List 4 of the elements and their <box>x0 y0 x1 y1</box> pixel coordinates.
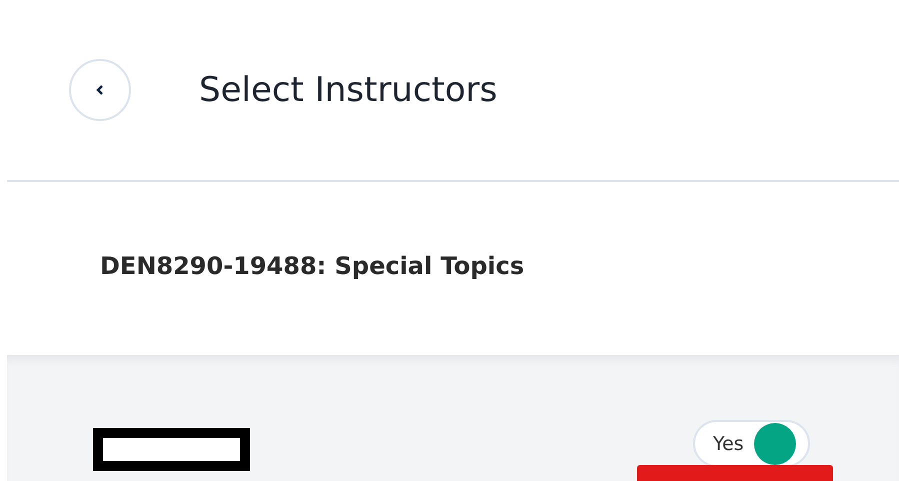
page-title: Select Instructors <box>199 70 498 110</box>
course-title: DEN8290-19488: Special Topics <box>100 252 524 280</box>
toggle-switch[interactable]: Yes <box>693 420 810 468</box>
chevron-left-icon <box>95 84 105 96</box>
